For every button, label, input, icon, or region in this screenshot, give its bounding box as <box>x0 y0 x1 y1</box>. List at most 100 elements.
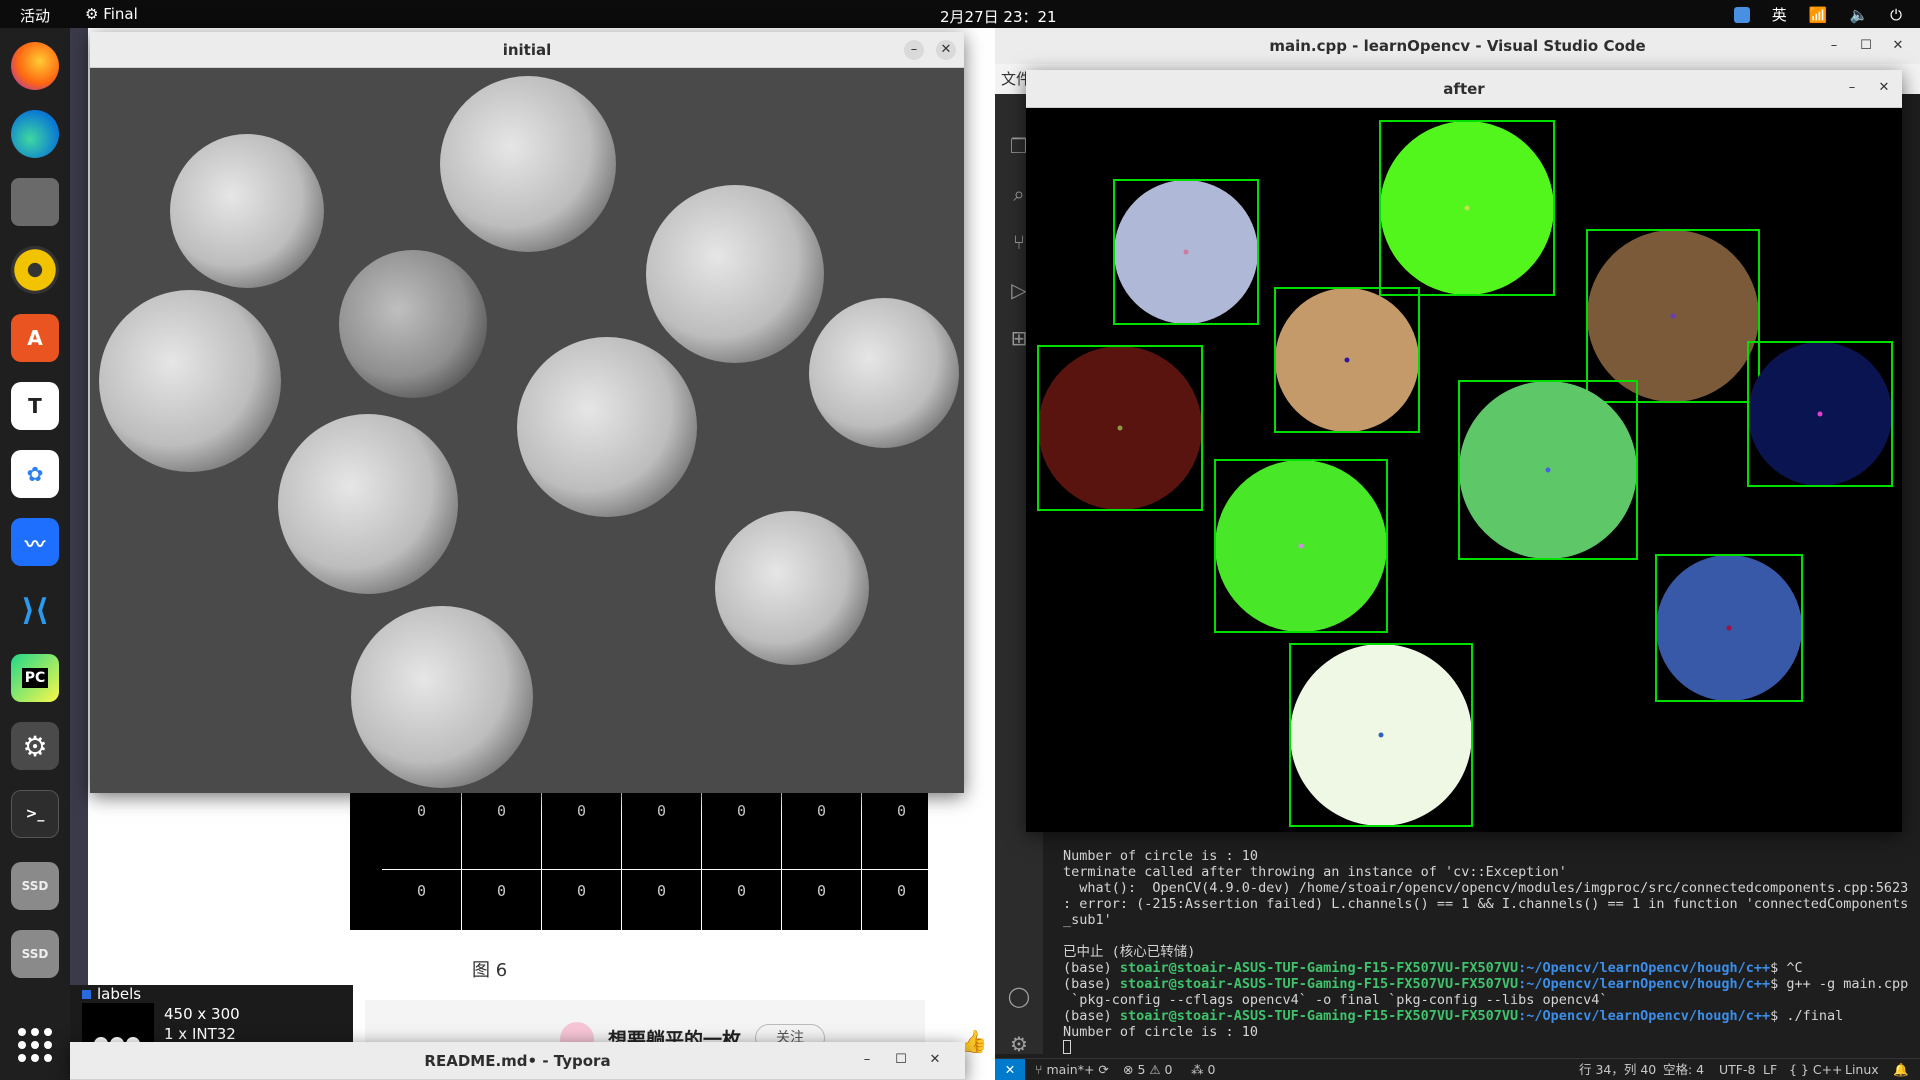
vscode-icon[interactable]: ⟩⟨ <box>11 586 59 634</box>
clock[interactable]: 2月27日 23：21 <box>940 6 1057 27</box>
coin <box>351 606 533 788</box>
files-icon[interactable] <box>11 178 59 226</box>
app-center-icon[interactable]: A <box>11 314 59 362</box>
vscode-close-button[interactable]: ✕ <box>1888 36 1908 56</box>
wifi-icon[interactable]: 📶 <box>1809 6 1828 24</box>
firefox-icon[interactable] <box>11 42 59 90</box>
circle-center-dot <box>1464 205 1470 211</box>
matrix-cell: 0 <box>622 790 702 870</box>
coin <box>715 511 869 665</box>
account-icon[interactable]: ◯ <box>1007 984 1031 1008</box>
matrix-cell: 0 <box>542 790 622 870</box>
after-window-title: after <box>1026 70 1902 108</box>
browser-sidebar-strip <box>70 28 88 1080</box>
initial-window: initial – ✕ <box>90 32 964 793</box>
typora-close-button[interactable]: ✕ <box>925 1050 945 1070</box>
vscode-maximize-button[interactable]: ☐ <box>1856 36 1876 56</box>
vscode-minimize-button[interactable]: – <box>1824 36 1844 56</box>
typora-icon[interactable]: T <box>11 382 59 430</box>
matrix-cell: 0 <box>862 870 942 950</box>
labels-type: 1 x INT32 <box>164 1025 236 1043</box>
top-bar: 活动 ⚙ Final 2月27日 23：21 英 📶 🔈 ⏻ <box>0 0 1920 28</box>
after-minimize-button[interactable]: – <box>1842 78 1862 98</box>
edge-icon[interactable] <box>11 110 59 158</box>
branch-indicator[interactable]: ⑂ main*+ ⟳ <box>1035 1059 1109 1080</box>
circle-center-dot <box>1726 625 1732 631</box>
coins-grayscale-image <box>90 68 964 793</box>
volume-icon[interactable]: 🔈 <box>1849 6 1868 24</box>
terminal-prompt: (base) stoair@stoair-ASUS-TUF-Gaming-F15… <box>1063 976 1920 992</box>
initial-close-button[interactable]: ✕ <box>936 40 956 60</box>
detected-circles-image <box>1026 108 1902 832</box>
cursor-position[interactable]: 行 34，列 40 <box>1579 1059 1656 1080</box>
ports-indicator[interactable]: ⁂ 0 <box>1191 1059 1215 1080</box>
baidu-netdisk-icon[interactable]: ✿ <box>11 450 59 498</box>
problems-indicator[interactable]: ⊗ 5 ⚠ 0 <box>1123 1059 1173 1080</box>
remote-indicator[interactable]: ✕ <box>995 1059 1025 1080</box>
initial-window-title: initial <box>90 32 964 68</box>
circle-center-dot <box>1298 543 1304 549</box>
coin <box>278 414 458 594</box>
labels-text: labels <box>97 985 142 1003</box>
coin <box>517 337 697 517</box>
matrix-cell: 0 <box>702 790 782 870</box>
typora-minimize-button[interactable]: – <box>857 1050 877 1070</box>
initial-minimize-button[interactable]: – <box>904 40 924 60</box>
after-close-button[interactable]: ✕ <box>1874 78 1894 98</box>
coin <box>440 76 616 252</box>
matrix-cell: 0 <box>542 870 622 950</box>
terminal-panel[interactable]: Number of circle is : 10 terminate called… <box>1043 828 1920 1058</box>
terminal-line: what(): OpenCV(4.9.0-dev) /home/stoair/o… <box>1063 880 1909 896</box>
vscode-title: main.cpp - learnOpencv - Visual Studio C… <box>995 28 1920 64</box>
indentation[interactable]: 空格: 4 <box>1663 1059 1704 1080</box>
terminal-line: terminate called after throwing an insta… <box>1063 864 1567 880</box>
pycharm-icon[interactable]: PC <box>11 654 59 702</box>
ssd-drive-icon[interactable]: SSD <box>11 862 59 910</box>
prompt-command: $ g++ -g main.cpp <box>1770 976 1909 992</box>
prompt-prefix: (base) <box>1063 960 1120 976</box>
manage-gear-icon[interactable]: ⚙ <box>1007 1032 1031 1056</box>
ssd-label: SSD <box>21 879 49 893</box>
prompt-command: $ ./final <box>1770 1008 1844 1024</box>
circle-center-dot <box>1183 249 1189 255</box>
os-indicator[interactable]: Linux <box>1845 1059 1879 1080</box>
after-window: after – ✕ <box>1026 70 1902 832</box>
circle-center-dot <box>1378 732 1384 738</box>
coin <box>99 290 281 472</box>
terminal-line: _sub1' <box>1063 912 1112 928</box>
terminal-line: Number of circle is : 10 <box>1063 848 1259 864</box>
system-tray[interactable]: 英 📶 🔈 ⏻ <box>1733 4 1902 25</box>
coin <box>170 134 324 288</box>
language-mode[interactable]: { } C++ <box>1789 1059 1843 1080</box>
terminal-icon[interactable]: >_ <box>11 790 59 838</box>
prompt-path: :~/Opencv/learnOpencv/hough/c++ <box>1518 960 1771 976</box>
show-apps-icon[interactable] <box>18 1028 52 1062</box>
coin <box>646 185 824 363</box>
circle-center-dot <box>1545 467 1551 473</box>
matrix-cell: 0 <box>782 790 862 870</box>
eol[interactable]: LF <box>1763 1059 1777 1080</box>
typora-maximize-button[interactable]: ☐ <box>891 1050 911 1070</box>
encoding[interactable]: UTF-8 <box>1719 1059 1755 1080</box>
notifications-icon[interactable]: 🔔 <box>1893 1059 1909 1080</box>
feishu-icon[interactable]: 〰 <box>11 518 59 566</box>
active-app-name: Final <box>103 5 138 23</box>
desktop: 活动 ⚙ Final 2月27日 23：21 英 📶 🔈 ⏻ 000000000… <box>0 0 1920 1080</box>
prompt-prefix: (base) <box>1063 1008 1120 1024</box>
rhythmbox-icon[interactable] <box>11 246 59 294</box>
labels-size: 450 x 300 <box>164 1005 240 1023</box>
coin <box>339 250 487 398</box>
power-icon[interactable]: ⏻ <box>1890 6 1902 24</box>
matrix-image: 00000000000000 <box>350 790 942 950</box>
activities-button[interactable]: 活动 <box>20 5 50 26</box>
prompt-prefix: (base) <box>1063 976 1120 992</box>
detected-circles-svg <box>1037 120 1893 827</box>
prompt-path: :~/Opencv/learnOpencv/hough/c++ <box>1518 976 1771 992</box>
baidu-tray-icon[interactable] <box>1733 6 1750 23</box>
ssd-drive-icon-2[interactable]: SSD <box>11 930 59 978</box>
branch-name: main*+ <box>1046 1062 1095 1077</box>
input-method-indicator[interactable]: 英 <box>1772 4 1787 25</box>
active-app-menu[interactable]: ⚙ Final <box>85 5 138 23</box>
settings-icon[interactable]: ⚙ <box>11 722 59 770</box>
terminal-line: Number of circle is : 10 <box>1063 1024 1259 1040</box>
